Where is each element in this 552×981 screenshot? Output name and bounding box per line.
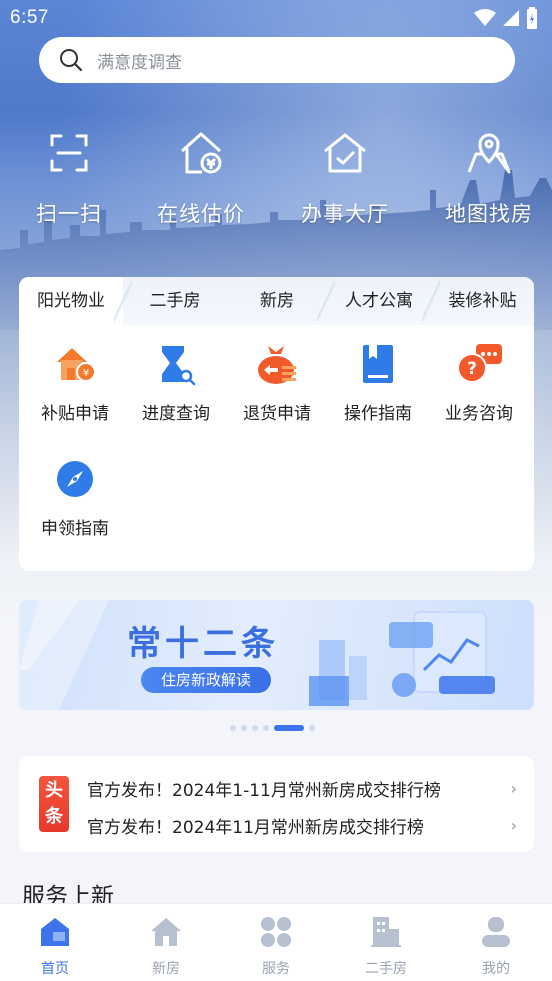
subsidy-icon: ¥ [57, 348, 96, 382]
topnav-online-valuation[interactable]: 在线估价 [141, 124, 261, 228]
service-subsidy-apply[interactable]: ¥ 补贴申请 [24, 339, 126, 424]
top-nav: 扫一扫 在线估价 办事大厅 地图找房 [0, 124, 552, 234]
service-tabs: 阳光物业 二手房 新房 人才公寓 装修补贴 [19, 277, 534, 325]
signal-icon [503, 10, 519, 26]
map-icon [467, 133, 511, 174]
service-card: 阳光物业 二手房 新房 人才公寓 装修补贴 ¥ 补贴申请 进度查询 退货申请 操… [19, 277, 534, 571]
tab-talent-apartment[interactable]: 人才公寓 [327, 277, 431, 325]
topnav-scan[interactable]: 扫一扫 [9, 124, 129, 228]
headline-badge: 头条 [39, 776, 69, 832]
headline-text: 官方发布！2024年11月常州新房成交排行榜 [87, 817, 424, 838]
topnav-service-hall[interactable]: 办事大厅 [285, 124, 405, 228]
carousel-dot [263, 725, 269, 731]
carousel-dot [252, 725, 258, 731]
tab-second-hand[interactable]: 二手房 [123, 277, 227, 325]
carousel-dot [309, 725, 315, 731]
service-business-consult[interactable]: ? 业务咨询 [428, 339, 530, 424]
headline-text: 官方发布！2024年1-11月常州新房成交排行榜 [87, 780, 441, 801]
user-icon [482, 917, 510, 947]
battery-icon [527, 7, 537, 29]
chevron-right-icon: › [510, 778, 517, 798]
headline-badge-text: 头条 [45, 780, 63, 827]
banner-title: 常十二条 [127, 624, 279, 664]
wifi-icon [474, 9, 496, 26]
service-apply-guide[interactable]: 申领指南 [24, 454, 126, 539]
search-placeholder: 满意度调查 [97, 52, 182, 73]
scan-icon [50, 134, 88, 172]
tab-services[interactable]: 服务 [231, 912, 321, 978]
topnav-map-search[interactable]: 地图找房 [429, 124, 549, 228]
promo-banner[interactable]: 常十二条 住房新政解读 [19, 600, 534, 710]
carousel-dot-active [274, 725, 304, 731]
tab-new-house[interactable]: 新房 [227, 277, 327, 325]
tab-sunshine-property[interactable]: 阳光物业 [19, 277, 123, 325]
status-time: 6:57 [10, 7, 49, 28]
bottom-tab-bar: 首页 新房 服务 二手房 我的 [0, 903, 552, 981]
home-icon [41, 918, 69, 946]
chevron-right-icon: › [510, 815, 517, 835]
carousel-dot [241, 725, 247, 731]
house-price-icon [180, 132, 222, 174]
service-progress-query[interactable]: 进度查询 [125, 339, 227, 424]
svg-text:?: ? [467, 359, 477, 379]
headline-news: 头条 官方发布！2024年1-11月常州新房成交排行榜 › 官方发布！2024年… [19, 756, 534, 852]
building-icon [371, 917, 401, 947]
tab-mine[interactable]: 我的 [451, 912, 541, 978]
carousel-dot [230, 725, 236, 731]
carousel-indicator [230, 725, 315, 731]
headline-item[interactable]: 官方发布！2024年1-11月常州新房成交排行榜 › [87, 774, 517, 802]
headline-item[interactable]: 官方发布！2024年11月常州新房成交排行榜 › [87, 811, 517, 839]
banner-subtitle: 住房新政解读 [141, 667, 271, 693]
service-operation-guide[interactable]: 操作指南 [327, 339, 429, 424]
search-icon [60, 49, 83, 72]
return-icon [258, 346, 296, 384]
progress-query-icon [162, 346, 196, 386]
tab-second-hand-nav[interactable]: 二手房 [341, 912, 431, 978]
tab-home[interactable]: 首页 [10, 912, 100, 978]
tab-decoration-subsidy[interactable]: 装修补贴 [431, 277, 534, 325]
grid-icon [261, 917, 291, 947]
consult-icon: ? [457, 344, 502, 383]
search-bar[interactable]: 满意度调查 [39, 37, 515, 83]
house-icon [151, 918, 181, 946]
guide-book-icon [363, 345, 393, 383]
status-bar: 6:57 [0, 0, 552, 36]
svg-text:¥: ¥ [83, 368, 89, 379]
compass-icon [57, 461, 93, 497]
tab-new-house-nav[interactable]: 新房 [121, 912, 211, 978]
service-hall-icon [324, 133, 366, 173]
service-return-apply[interactable]: 退货申请 [226, 339, 328, 424]
